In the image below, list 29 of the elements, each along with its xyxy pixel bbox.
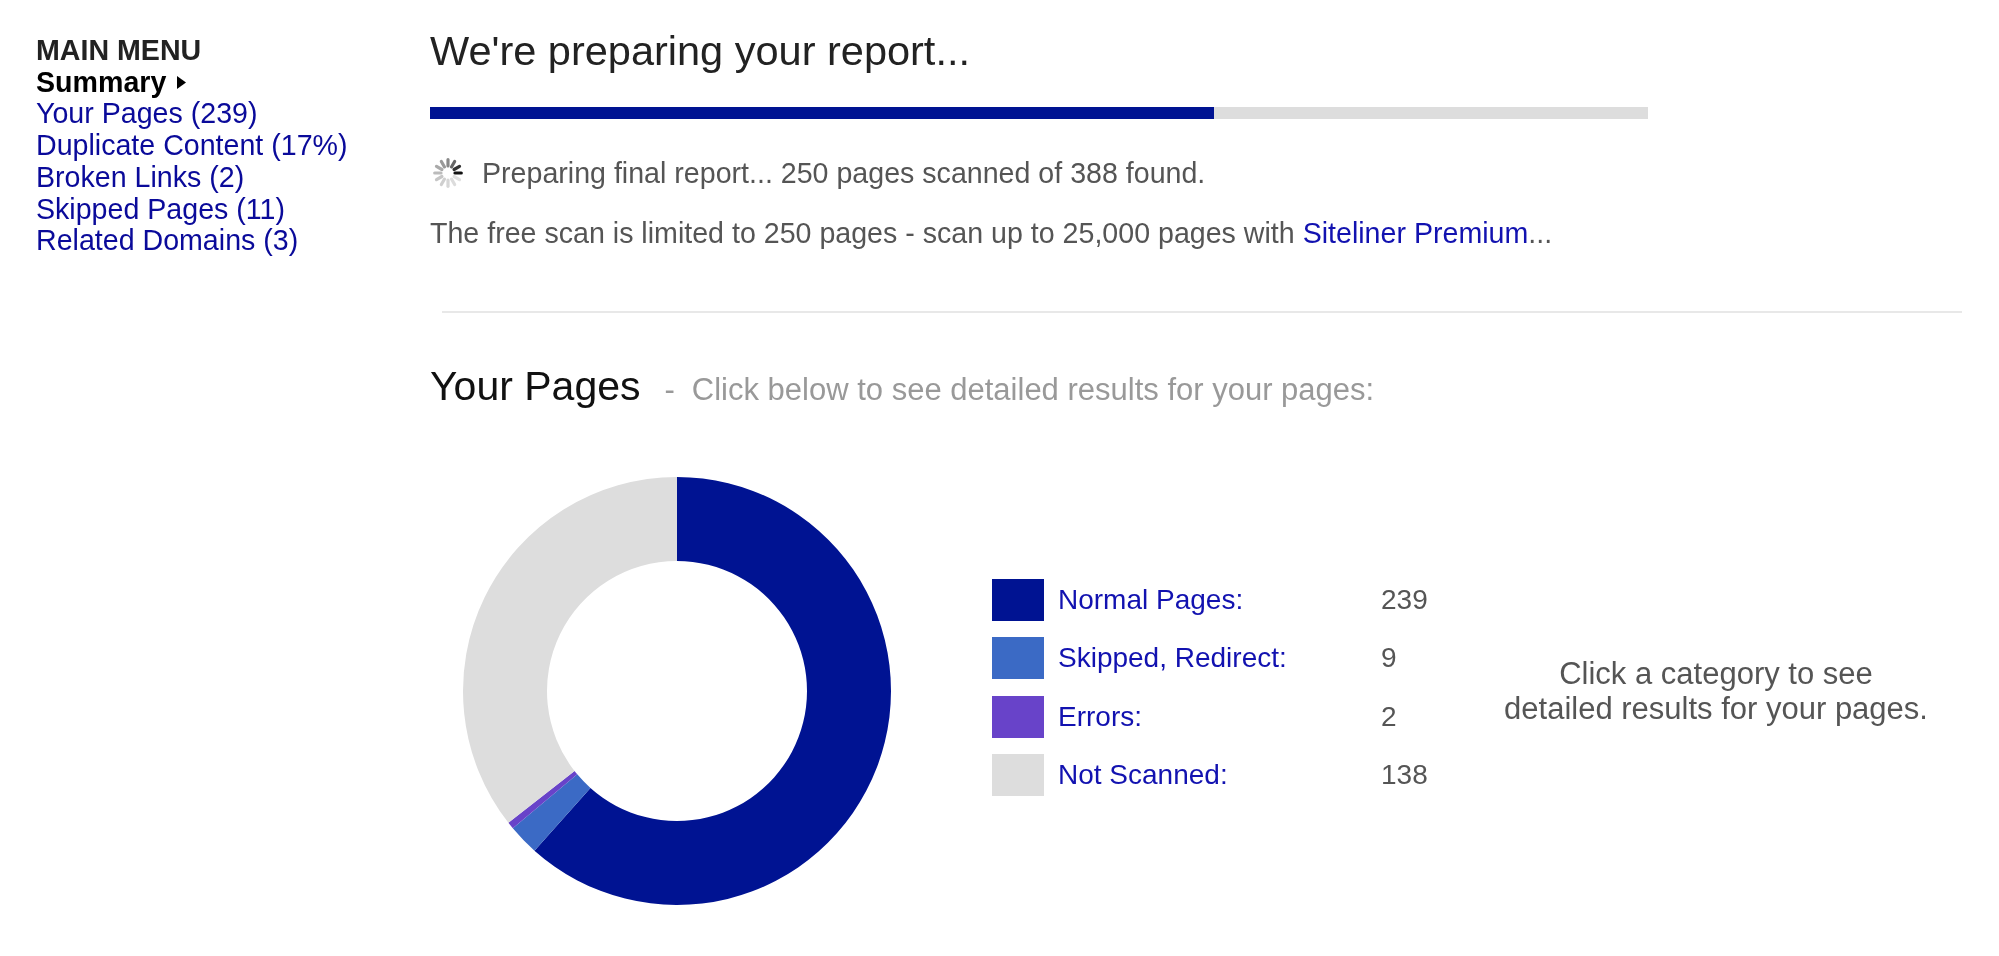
category-hint: Click a category to see detailed results for your pages. xyxy=(1503,655,1929,726)
category-link[interactable]: Normal Pages: xyxy=(1058,584,1244,616)
menu-heading: MAIN MENU xyxy=(36,35,202,67)
category-link[interactable]: Not Scanned: xyxy=(1058,758,1228,790)
category-link[interactable]: Errors: xyxy=(1058,700,1142,732)
caret-icon xyxy=(177,76,187,90)
chart-slice[interactable] xyxy=(534,476,891,905)
page-count: 239 xyxy=(1381,583,1428,618)
menu-link[interactable]: Your Pages (239) xyxy=(36,98,258,131)
chart-slice[interactable] xyxy=(508,770,578,828)
menu-link[interactable]: Duplicate Content (17%) xyxy=(36,130,348,162)
page-count: 138 xyxy=(1381,757,1428,792)
menu-link[interactable]: Related Domains (3) xyxy=(36,225,299,257)
spinner-icon xyxy=(433,158,463,188)
page-count: 9 xyxy=(1381,641,1397,676)
premium-link[interactable]: Siteliner Premium xyxy=(1302,217,1529,249)
menu-link[interactable]: Summary xyxy=(36,66,187,99)
category-link[interactable]: Skipped, Redirect: xyxy=(1058,642,1287,674)
section-title: Your Pages xyxy=(430,362,641,410)
menu-link[interactable]: Broken Links (2) xyxy=(36,161,245,194)
chart-slice[interactable] xyxy=(512,773,591,851)
report-title: We're preparing your report... xyxy=(430,26,970,76)
menu-link[interactable]: Skipped Pages (11) xyxy=(36,193,286,226)
scan-limit-notice: The free scan is limited to 250 pages - scan up to 25,000 pages with Siteliner Premium... xyxy=(430,216,1553,251)
page-count: 2 xyxy=(1381,699,1397,734)
section-subtitle: Click below to see detailed results for your pages: xyxy=(691,371,1375,409)
status-text: Preparing final report... 250 pages scanned of 388 found. xyxy=(482,156,1206,191)
title-separator: - xyxy=(664,371,675,409)
chart-slice[interactable] xyxy=(463,476,677,823)
